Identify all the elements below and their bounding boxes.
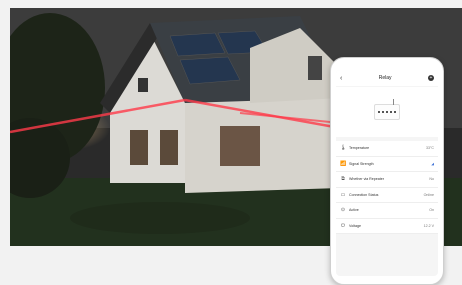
row-label: Whether via Repeater	[349, 177, 384, 182]
list-item: 🌡 Temperature 33°C	[336, 141, 438, 157]
row-value: 33°C	[425, 146, 434, 151]
row-label: Connection Status	[349, 192, 379, 197]
plug-icon: ⏻	[341, 222, 345, 229]
list-item[interactable]: ⊙ Active On	[336, 203, 438, 219]
row-value: No	[429, 177, 434, 182]
row-label: Signal Strength	[349, 161, 374, 166]
thermometer-icon: 🌡	[340, 145, 347, 152]
toggle-icon: ⊙	[340, 207, 346, 214]
antenna	[393, 99, 394, 105]
monitor-icon: ▭	[340, 191, 346, 198]
row-value: On	[429, 208, 434, 213]
list-item: ⧉ Whether via Repeater No	[336, 172, 438, 188]
list-item: ▭ Connection Status Online	[336, 188, 438, 203]
status-list: 🌡 Temperature 33°C 📶 Signal Strength ◢ ⧉…	[336, 141, 438, 234]
signal-icon: 📶	[340, 160, 347, 167]
plus-icon[interactable]: +	[427, 75, 434, 81]
row-label: Voltage	[349, 223, 361, 228]
page-title: Relay	[378, 75, 392, 81]
signal-bars-icon: ◢	[431, 161, 434, 166]
row-label: Active	[349, 208, 359, 213]
relay-device-icon	[374, 99, 400, 120]
app-screen: ‹ Relay + 🌡 Temperature 33°C 📶 Signal St…	[336, 70, 438, 276]
list-item: ⏻ Voltage 12.2 V	[336, 219, 438, 234]
row-value: 12.2 V	[423, 223, 434, 228]
device-image	[336, 87, 438, 137]
back-arrow-icon[interactable]: ‹	[340, 75, 342, 82]
app-header: ‹ Relay +	[336, 70, 438, 86]
list-item: 📶 Signal Strength ◢	[336, 157, 438, 172]
repeater-icon: ⧉	[341, 176, 345, 183]
phone-mockup: ‹ Relay + 🌡 Temperature 33°C 📶 Signal St…	[330, 57, 444, 285]
row-label: Temperature	[349, 146, 370, 151]
terminal-dots	[378, 111, 396, 113]
row-value: Online	[423, 192, 434, 197]
